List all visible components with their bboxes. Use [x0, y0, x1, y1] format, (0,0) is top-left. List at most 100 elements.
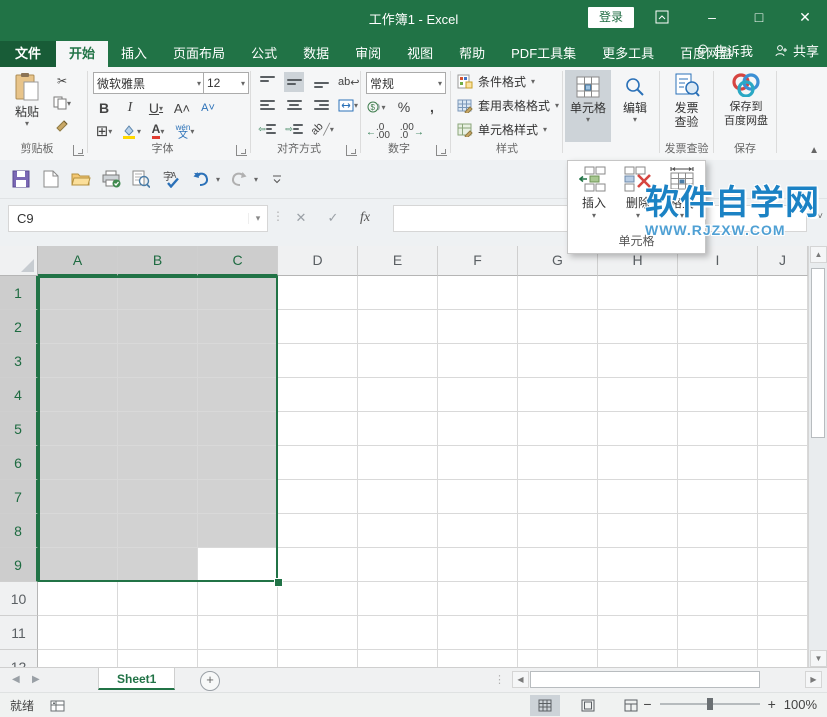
cell-D10[interactable]	[278, 582, 358, 616]
row-header-8[interactable]: 8	[0, 514, 38, 548]
cell-G8[interactable]	[518, 514, 598, 548]
cell-C9[interactable]	[198, 548, 278, 582]
bold-button[interactable]: B	[94, 98, 114, 118]
cell-J1[interactable]	[758, 276, 808, 310]
row-header-3[interactable]: 3	[0, 344, 38, 378]
row-header-1[interactable]: 1	[0, 276, 38, 310]
cell-J7[interactable]	[758, 480, 808, 514]
format-as-table-button[interactable]: 套用表格格式▾	[457, 97, 559, 114]
cell-F4[interactable]	[438, 378, 518, 412]
insert-function-icon[interactable]: fx	[352, 205, 378, 230]
cell-B1[interactable]	[118, 276, 198, 310]
cell-A4[interactable]	[38, 378, 118, 412]
cell-E4[interactable]	[358, 378, 438, 412]
cell-I3[interactable]	[678, 344, 758, 378]
cell-G10[interactable]	[518, 582, 598, 616]
cell-H9[interactable]	[598, 548, 678, 582]
select-all-button[interactable]	[0, 246, 38, 276]
scroll-down-icon[interactable]: ▼	[810, 650, 827, 667]
login-button[interactable]: 登录	[588, 7, 634, 28]
cell-D5[interactable]	[278, 412, 358, 446]
number-dialog-launcher[interactable]	[436, 145, 447, 156]
sheet-nav-prev-icon[interactable]: ◀	[12, 674, 20, 685]
tab-5[interactable]: 数据	[290, 41, 342, 67]
row-header-10[interactable]: 10	[0, 582, 38, 616]
tab-9[interactable]: PDF工具集	[498, 41, 589, 67]
undo-dropdown-arrow[interactable]: ▾	[216, 175, 220, 184]
cell-F1[interactable]	[438, 276, 518, 310]
cell-J10[interactable]	[758, 582, 808, 616]
cell-B3[interactable]	[118, 344, 198, 378]
comma-style-icon[interactable]: ,	[422, 97, 442, 117]
cell-I1[interactable]	[678, 276, 758, 310]
cell-C10[interactable]	[198, 582, 278, 616]
customize-icon[interactable]	[264, 166, 290, 192]
cell-F11[interactable]	[438, 616, 518, 650]
column-header-D[interactable]: D	[278, 246, 358, 276]
cell-H4[interactable]	[598, 378, 678, 412]
middle-align-icon[interactable]	[284, 72, 304, 92]
cell-C11[interactable]	[198, 616, 278, 650]
cell-G11[interactable]	[518, 616, 598, 650]
cell-D1[interactable]	[278, 276, 358, 310]
cut-icon[interactable]: ✂	[52, 71, 72, 91]
cell-I6[interactable]	[678, 446, 758, 480]
cell-J2[interactable]	[758, 310, 808, 344]
fill-color-icon[interactable]: ▾	[121, 121, 141, 141]
cell-G12[interactable]	[518, 650, 598, 667]
conditional-formatting-button[interactable]: 条件格式▾	[457, 73, 535, 90]
cell-H2[interactable]	[598, 310, 678, 344]
cell-B6[interactable]	[118, 446, 198, 480]
top-align-icon[interactable]	[257, 72, 277, 92]
copy-icon[interactable]: ▾	[52, 93, 72, 113]
cell-I2[interactable]	[678, 310, 758, 344]
scroll-up-icon[interactable]: ▲	[810, 246, 827, 263]
tab-file[interactable]: 文件	[0, 41, 56, 67]
cell-G1[interactable]	[518, 276, 598, 310]
cell-D7[interactable]	[278, 480, 358, 514]
cell-D11[interactable]	[278, 616, 358, 650]
cell-A8[interactable]	[38, 514, 118, 548]
cell-J3[interactable]	[758, 344, 808, 378]
spelling-icon[interactable]: 字A	[158, 166, 184, 192]
format-cells-menuitem[interactable]: 格式 ▾	[662, 166, 702, 220]
cell-F3[interactable]	[438, 344, 518, 378]
invoice-check-button[interactable]: 发票查验	[663, 70, 710, 142]
cell-D6[interactable]	[278, 446, 358, 480]
tab-3[interactable]: 页面布局	[160, 41, 238, 67]
quick-print-icon[interactable]	[98, 166, 124, 192]
number-format-combo[interactable]: 常规▾	[366, 72, 446, 94]
increase-indent-icon[interactable]: ⇨	[284, 119, 304, 139]
increase-decimal-icon[interactable]: ←.0.00	[366, 122, 390, 142]
enter-entry-icon[interactable]: ✓	[320, 205, 346, 230]
tell-me[interactable]: 告诉我	[697, 41, 753, 60]
tab-10[interactable]: 更多工具	[589, 41, 667, 67]
cell-H10[interactable]	[598, 582, 678, 616]
alignment-dialog-launcher[interactable]	[346, 145, 357, 156]
cell-G9[interactable]	[518, 548, 598, 582]
close-button[interactable]: ✕	[783, 0, 827, 35]
cell-I9[interactable]	[678, 548, 758, 582]
cell-E1[interactable]	[358, 276, 438, 310]
tab-1[interactable]: 开始	[56, 41, 108, 67]
cell-F12[interactable]	[438, 650, 518, 667]
cell-A2[interactable]	[38, 310, 118, 344]
paste-button[interactable]: 粘贴 ▾	[4, 70, 50, 142]
cell-J4[interactable]	[758, 378, 808, 412]
font-dialog-launcher[interactable]	[236, 145, 247, 156]
cell-E12[interactable]	[358, 650, 438, 667]
edit-button[interactable]: 编辑 ▾	[615, 70, 655, 142]
format-painter-icon[interactable]	[52, 115, 72, 135]
cell-styles-button[interactable]: 单元格样式▾	[457, 121, 547, 138]
formula-bar-splitter[interactable]: ⋮	[272, 209, 284, 223]
cell-C12[interactable]	[198, 650, 278, 667]
zoom-out-icon[interactable]: −	[643, 696, 651, 712]
cell-G2[interactable]	[518, 310, 598, 344]
zoom-in-icon[interactable]: +	[768, 696, 776, 712]
cell-I11[interactable]	[678, 616, 758, 650]
row-header-2[interactable]: 2	[0, 310, 38, 344]
cell-E3[interactable]	[358, 344, 438, 378]
tab-6[interactable]: 审阅	[342, 41, 394, 67]
tab-scrollbar-splitter[interactable]: ⋮	[494, 673, 505, 686]
scroll-right-icon[interactable]: ▶	[805, 671, 822, 688]
